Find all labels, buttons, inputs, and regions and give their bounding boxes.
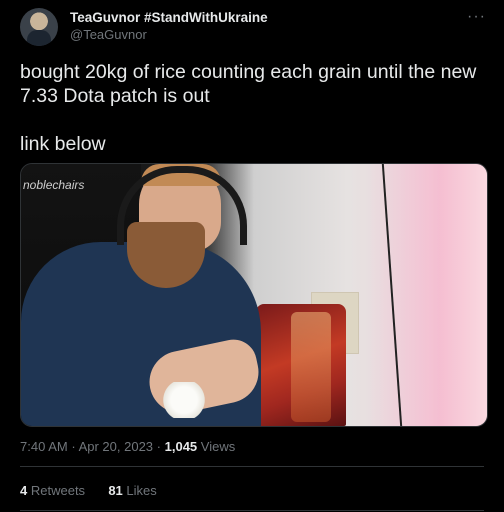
likes-link[interactable]: 81 Likes bbox=[108, 483, 156, 498]
tweet-stats: 4 Retweets 81 Likes bbox=[20, 483, 157, 498]
author-handle[interactable]: @TeaGuvnor bbox=[70, 27, 147, 42]
retweets-link[interactable]: 4 Retweets bbox=[20, 483, 89, 498]
divider bbox=[20, 466, 484, 467]
tweet-date[interactable]: Apr 20, 2023 bbox=[79, 439, 153, 454]
views-count: 1,045 bbox=[164, 439, 198, 454]
tweet-meta: 7:40 AM · Apr 20, 2023 · 1,045 Views bbox=[20, 439, 236, 454]
views-label: Views bbox=[200, 439, 236, 454]
rice-grains bbox=[161, 382, 207, 418]
ellipsis-icon[interactable]: ··· bbox=[467, 8, 486, 26]
tweet-time[interactable]: 7:40 AM bbox=[20, 439, 68, 454]
tweet-text: bought 20kg of rice counting each grain … bbox=[20, 61, 477, 155]
divider bbox=[20, 510, 484, 511]
chair-brand-watermark: noblechairs bbox=[23, 178, 85, 192]
tweet-media-image[interactable]: noblechairs bbox=[20, 163, 488, 427]
author-display-name[interactable]: TeaGuvnor #StandWithUkraine bbox=[70, 10, 268, 25]
author-avatar[interactable] bbox=[20, 8, 58, 46]
